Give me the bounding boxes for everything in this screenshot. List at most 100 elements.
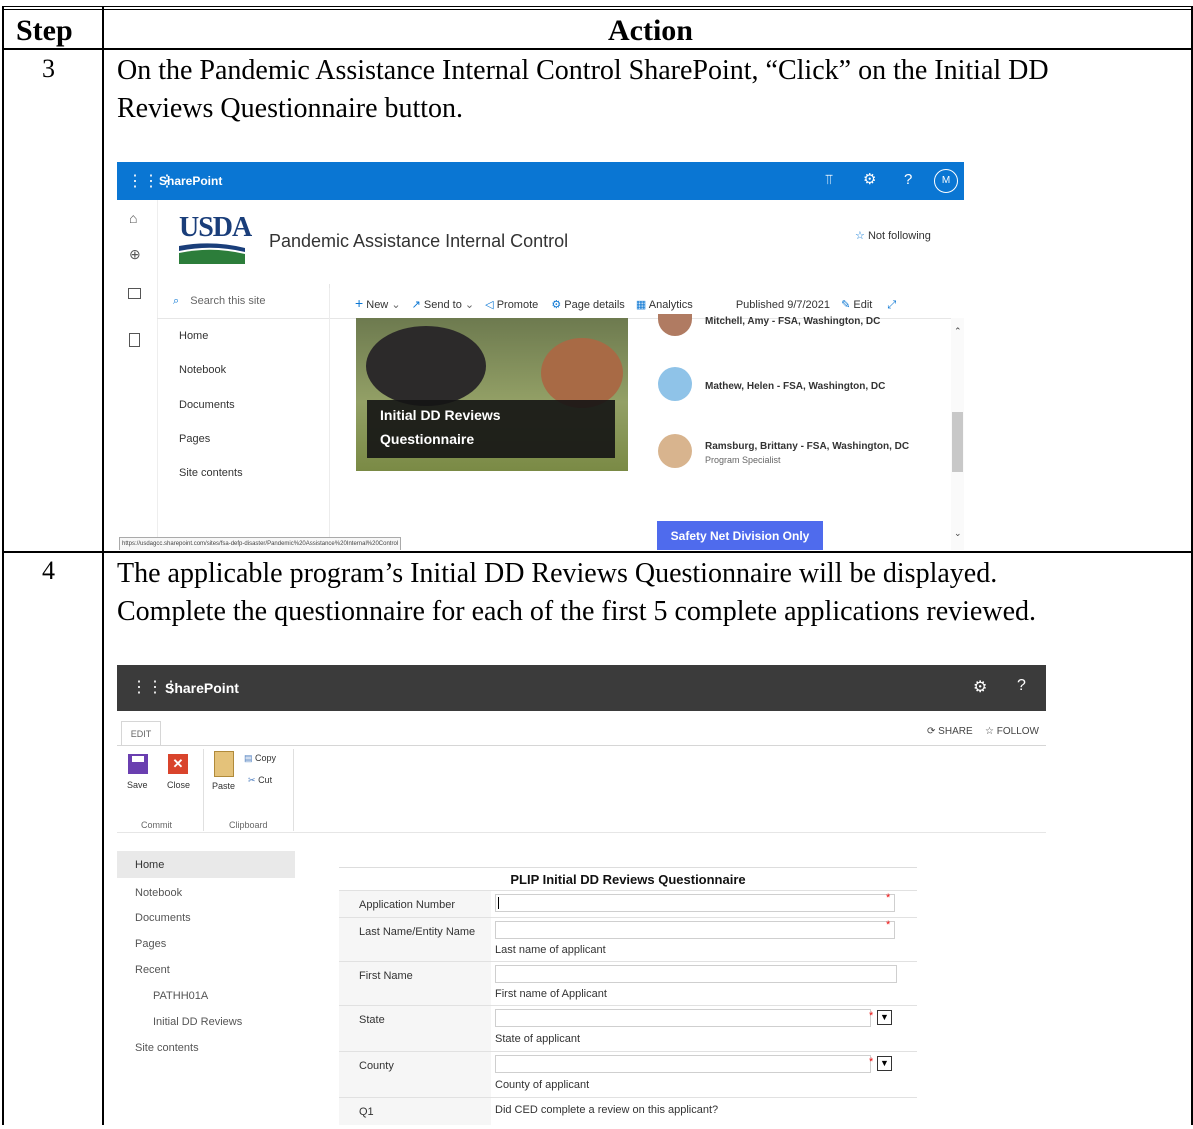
save-button[interactable]: Save <box>127 754 148 790</box>
follow-button[interactable]: ☆ FOLLOW <box>985 726 1039 737</box>
step-number: 4 <box>42 556 55 585</box>
megaphone-icon[interactable]: ⫪ <box>825 171 833 188</box>
last-name-input[interactable] <box>495 921 895 939</box>
scroll-down-icon: ⌄ <box>954 528 962 538</box>
gear-icon: ⚙ <box>551 299 562 311</box>
form-row: County * ▼ County of applicant <box>339 1051 917 1097</box>
field-label: County <box>359 1060 394 1072</box>
step-instruction-line: On the Pandemic Assistance Internal Cont… <box>117 55 1049 86</box>
nav-item-site-contents[interactable]: Site contents <box>179 467 243 479</box>
header-step: Step <box>16 14 73 47</box>
published-status: Published 9/7/2021 <box>735 299 831 311</box>
person-name[interactable]: Mathew, Helen - FSA, Washington, DC <box>705 381 885 392</box>
person-name[interactable]: Ramsburg, Brittany - FSA, Washington, DC <box>705 441 909 452</box>
usda-logo: USDA <box>179 214 252 264</box>
ribbon-group-commit: Commit <box>141 820 172 830</box>
promote-button[interactable]: ◁ Promote <box>485 299 538 311</box>
site-title[interactable]: Pandemic Assistance Internal Control <box>269 231 568 252</box>
sharepoint-form-screenshot: ⋮⋮⋮ SharePoint ⚙ ? EDIT ⟳ SHARE ☆ FOLLOW… <box>117 665 1046 1125</box>
status-url: https://usdagcc.sharepoint.com/sites/fsa… <box>119 537 402 550</box>
pig-image <box>366 326 486 406</box>
field-hint: County of applicant <box>495 1079 590 1091</box>
question-text: Did CED complete a review on this applic… <box>495 1104 719 1116</box>
follow-button[interactable]: ☆ Not following <box>855 229 931 242</box>
application-number-input[interactable] <box>495 894 895 912</box>
app-name[interactable]: SharePoint <box>165 680 239 696</box>
copy-button[interactable]: ▤ Copy <box>244 753 276 764</box>
help-icon[interactable]: ? <box>904 171 912 188</box>
state-select[interactable] <box>495 1009 871 1027</box>
new-button[interactable]: + New ⌄ <box>355 295 401 311</box>
step-number: 3 <box>42 54 55 83</box>
paste-icon <box>214 751 234 777</box>
field-label: Application Number <box>359 899 455 911</box>
person-name[interactable]: Mitchell, Amy - FSA, Washington, DC <box>705 316 880 327</box>
home-icon[interactable]: ⌂ <box>129 210 137 226</box>
paste-button[interactable]: Paste <box>212 751 235 791</box>
form-row: First Name First name of Applicant <box>339 961 917 1005</box>
site-navigation: Home Notebook Documents Pages Site conte… <box>157 288 330 550</box>
hero-image-link[interactable]: Initial DD Reviews Questionnaire <box>356 318 628 471</box>
chevron-down-icon[interactable]: ▼ <box>877 1010 892 1025</box>
expand-icon[interactable]: ⤢ <box>887 299 896 311</box>
first-name-input[interactable] <box>495 965 897 983</box>
step-instruction-line: The applicable program’s Initial DD Revi… <box>117 558 998 589</box>
nav-item-home[interactable]: Home <box>179 330 208 342</box>
star-icon: ☆ <box>855 230 865 242</box>
scroll-up-icon: ⌃ <box>954 326 962 336</box>
avatar[interactable]: M <box>934 169 958 193</box>
scissors-icon: ✂ <box>248 775 256 785</box>
field-hint: First name of Applicant <box>495 988 607 1000</box>
nav-item-home[interactable]: Home <box>117 851 295 878</box>
news-icon[interactable] <box>128 288 141 299</box>
table-column-divider <box>102 6 104 1125</box>
app-name[interactable]: SharePoint <box>159 174 222 188</box>
settings-gear-icon[interactable]: ⚙ <box>973 677 987 697</box>
pig-image <box>541 338 623 408</box>
chevron-down-icon[interactable]: ▼ <box>877 1056 892 1071</box>
nav-item-recent-initial-dd[interactable]: Initial DD Reviews <box>153 1016 242 1028</box>
nav-item-documents[interactable]: Documents <box>179 399 235 411</box>
pencil-icon: ✎ <box>841 299 851 311</box>
help-icon[interactable]: ? <box>1017 677 1026 695</box>
ribbon-group-clipboard: Clipboard <box>229 820 268 830</box>
nav-item-recent-pathh01a[interactable]: PATHH01A <box>153 990 208 1002</box>
scrollbar[interactable]: ⌃ ⌄ <box>951 318 964 550</box>
nav-item-notebook[interactable]: Notebook <box>179 364 226 376</box>
hero-caption[interactable]: Initial DD Reviews Questionnaire <box>367 400 615 458</box>
field-label: Last Name/Entity Name <box>359 926 476 938</box>
tab-edit[interactable]: EDIT <box>121 721 161 746</box>
settings-gear-icon[interactable]: ⚙ <box>863 170 876 188</box>
scrollbar-thumb[interactable] <box>952 412 963 472</box>
step-instruction-line: Complete the questionnaire for each of t… <box>117 596 1037 627</box>
sharepoint-site-screenshot: ⋮⋮⋮ SharePoint ⫪ ⚙ ? M ⌂ ⊕ USDA Pandemic… <box>117 162 964 550</box>
analytics-button[interactable]: ▦ Analytics <box>636 299 693 311</box>
form-row: Last Name/Entity Name * Last name of app… <box>339 917 917 961</box>
avatar <box>658 314 692 336</box>
edit-button[interactable]: ✎ Edit <box>841 299 872 311</box>
globe-icon[interactable]: ⊕ <box>129 246 141 263</box>
nav-item-pages[interactable]: Pages <box>135 938 166 950</box>
nav-item-notebook[interactable]: Notebook <box>135 887 182 899</box>
document-icon[interactable] <box>129 333 140 347</box>
plus-icon: + <box>355 295 364 311</box>
county-select[interactable] <box>495 1055 871 1073</box>
nav-item-site-contents[interactable]: Site contents <box>135 1042 199 1054</box>
close-button[interactable]: ✕ Close <box>167 754 190 790</box>
send-to-button[interactable]: ↗ Send to ⌄ <box>412 299 474 311</box>
nav-item-documents[interactable]: Documents <box>135 912 191 924</box>
row-divider <box>2 551 1193 553</box>
form-row: Application Number * <box>339 890 917 917</box>
field-hint: State of applicant <box>495 1033 581 1045</box>
page-details-button[interactable]: ⚙ Page details <box>551 299 624 311</box>
safety-net-button[interactable]: Safety Net Division Only <box>657 521 823 550</box>
share-button[interactable]: ⟳ SHARE <box>927 726 973 737</box>
step-instruction-line: Reviews Questionnaire button. <box>117 93 464 124</box>
command-items: + New ⌄ ↗ Send to ⌄ ◁ Promote ⚙ Page det… <box>355 295 896 312</box>
nav-item-pages[interactable]: Pages <box>179 433 210 445</box>
cut-button[interactable]: ✂ Cut <box>248 775 272 786</box>
avatar <box>658 434 692 468</box>
nav-item-recent[interactable]: Recent <box>135 964 170 976</box>
suite-bar: ⋮⋮⋮ SharePoint ⚙ ? <box>117 665 1046 711</box>
header-divider <box>2 48 1193 50</box>
